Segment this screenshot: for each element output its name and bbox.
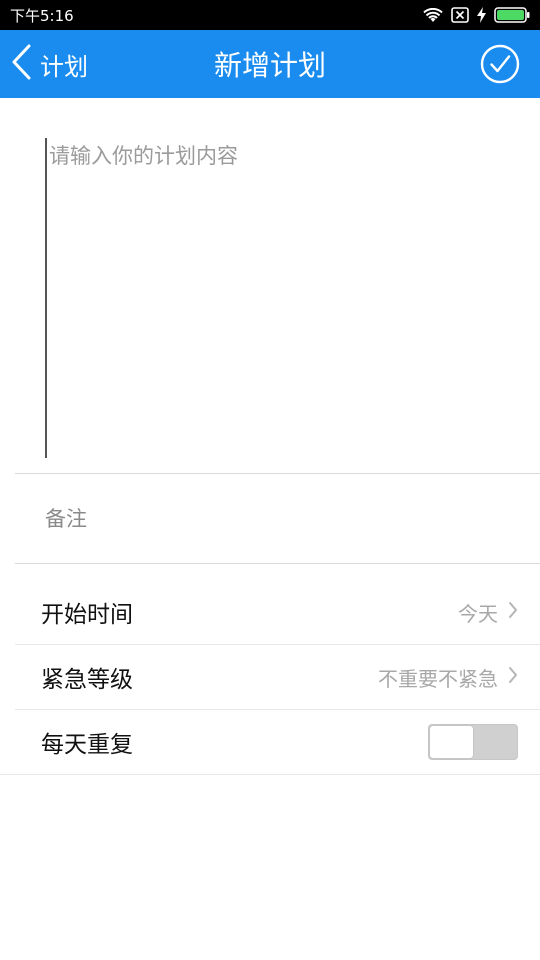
urgency-value: 不重要不紧急 [378,666,498,691]
status-time: 下午5:16 [10,6,74,25]
back-label: 计划 [40,52,88,81]
start-time-value-group: 今天 [458,598,518,627]
plan-content-input[interactable] [45,138,515,458]
settings-list: 开始时间 今天 紧急等级 不重要不紧急 每天重复 [0,580,540,775]
repeat-daily-row: 每天重复 [0,710,540,775]
repeat-daily-label: 每天重复 [41,732,133,758]
chevron-left-icon [10,43,32,85]
chevron-right-icon [508,601,518,623]
urgency-label: 紧急等级 [41,667,133,693]
nav-bar: 计划 新增计划 [0,30,540,98]
battery-icon [494,7,530,23]
note-input[interactable] [45,498,515,540]
no-sim-icon [451,7,469,23]
status-icons [423,7,530,23]
status-bar: 下午5:16 [0,0,540,30]
start-time-value: 今天 [458,601,498,626]
back-button[interactable]: 计划 [10,42,88,86]
wifi-icon [423,7,443,23]
start-time-row[interactable]: 开始时间 今天 [15,580,540,645]
toggle-knob [429,725,474,759]
confirm-button[interactable] [480,44,520,84]
content-area [15,98,540,474]
charging-icon [477,7,486,23]
urgency-value-group: 不重要不紧急 [378,663,518,692]
note-area [15,474,540,564]
chevron-right-icon [508,666,518,688]
start-time-label: 开始时间 [41,602,133,628]
repeat-daily-toggle[interactable] [428,724,518,760]
urgency-row[interactable]: 紧急等级 不重要不紧急 [15,645,540,710]
check-circle-icon [480,44,520,88]
